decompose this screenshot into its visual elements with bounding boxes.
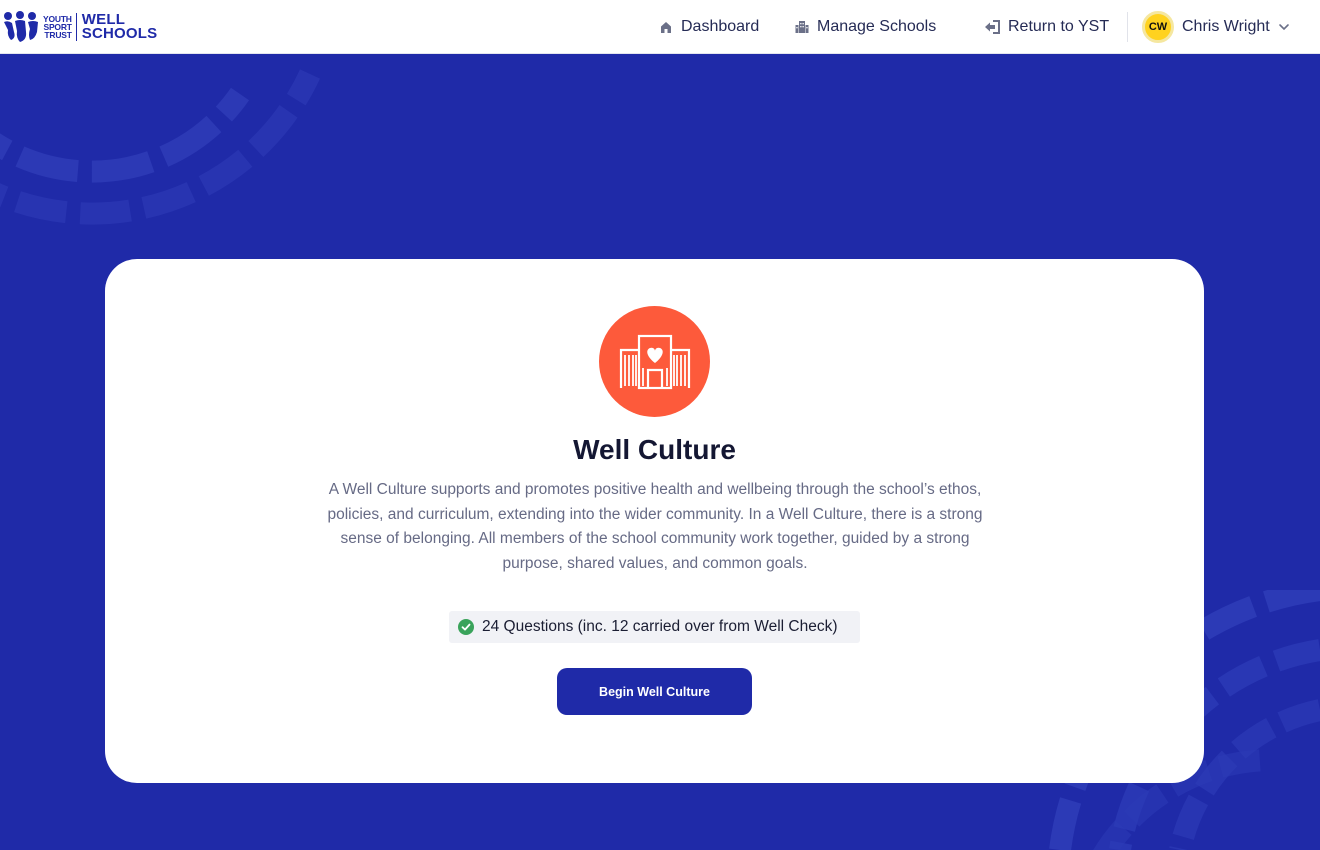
well-schools-wordmark: WELL SCHOOLS xyxy=(81,12,158,42)
nav-manage-schools-link[interactable]: Manage Schools xyxy=(795,0,936,54)
user-name: Chris Wright xyxy=(1182,18,1270,35)
building-icon xyxy=(795,21,809,33)
nav-return-to-yst-label: Return to YST xyxy=(1008,18,1110,35)
check-circle-icon xyxy=(458,619,474,635)
chevron-down-icon xyxy=(1278,24,1289,31)
well-culture-card: Well Culture A Well Culture supports and… xyxy=(105,259,1204,783)
background-decoration xyxy=(0,69,320,225)
nav-manage-schools-label: Manage Schools xyxy=(817,18,937,35)
nav-return-to-yst-link[interactable]: Return to YST xyxy=(984,0,1109,54)
youth-sport-trust-figures-icon xyxy=(4,11,38,42)
logo-divider xyxy=(75,13,77,41)
well-schools-logo[interactable]: YOUTH SPORT TRUST WELL SCHOOLS xyxy=(3,9,157,45)
user-menu[interactable]: CW Chris Wright xyxy=(1142,0,1290,54)
nav-dashboard-label: Dashboard xyxy=(681,18,760,35)
top-navigation-bar: YOUTH SPORT TRUST WELL SCHOOLS Dashboard xyxy=(0,0,1320,54)
home-icon xyxy=(661,22,671,33)
school-heart-icon xyxy=(599,306,710,417)
questions-count-badge: 24 Questions (inc. 12 carried over from … xyxy=(449,611,860,643)
avatar: CW xyxy=(1142,11,1174,43)
nav-divider xyxy=(1127,12,1128,42)
logo-text-line: TRUST xyxy=(44,30,72,40)
logo-text-line: SCHOOLS xyxy=(81,25,158,42)
questions-count-label: 24 Questions (inc. 12 carried over from … xyxy=(482,618,838,635)
nav-dashboard-link[interactable]: Dashboard xyxy=(659,0,759,54)
return-icon xyxy=(985,20,1000,34)
school-building-illustration xyxy=(619,334,690,389)
section-description: A Well Culture supports and promotes pos… xyxy=(327,481,983,572)
youth-sport-trust-wordmark: YOUTH SPORT TRUST xyxy=(43,15,72,40)
page-title: Well Culture xyxy=(573,434,736,465)
begin-well-culture-button[interactable]: Begin Well Culture xyxy=(557,668,752,715)
